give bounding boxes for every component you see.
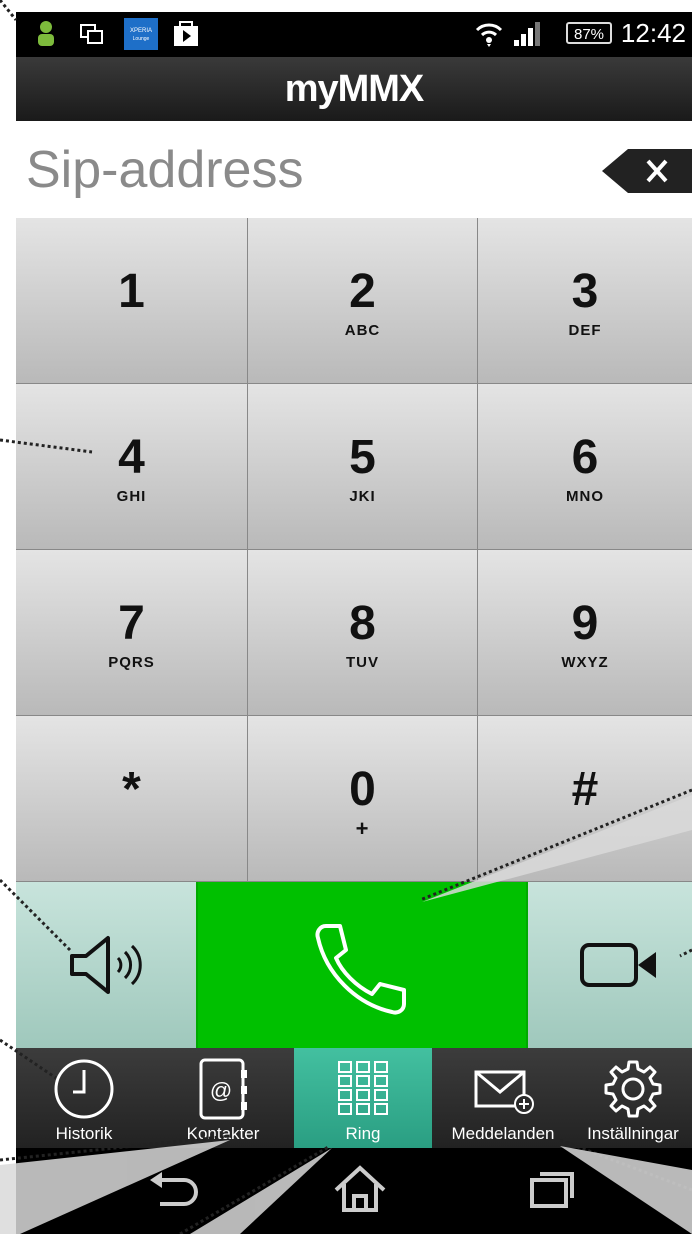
key-3[interactable]: 3 DEF	[478, 218, 692, 384]
phone-icon	[315, 924, 406, 1015]
svg-text:@: @	[210, 1078, 232, 1103]
app-logo: myMMX	[284, 68, 425, 110]
key-5[interactable]: 5 JKI	[248, 384, 478, 550]
clock-icon	[54, 1059, 114, 1119]
wifi-icon	[475, 23, 503, 47]
backspace-icon[interactable]	[602, 149, 692, 193]
key-8[interactable]: 8 TUV	[248, 550, 478, 716]
battery-indicator: 87%	[566, 22, 612, 44]
svg-text:XPERIA: XPERIA	[130, 28, 152, 34]
store-icon	[174, 21, 198, 46]
system-nav-bar	[16, 1148, 692, 1234]
clock-time: 12:42	[620, 18, 686, 48]
xperia-lounge-icon: XPERIA Lounge	[124, 18, 158, 50]
key-9[interactable]: 9 WXYZ	[478, 550, 692, 716]
svg-text:Lounge: Lounge	[133, 36, 150, 42]
recents-icon[interactable]	[528, 1168, 578, 1210]
call-action-row	[16, 882, 692, 1048]
video-call-button[interactable]	[528, 882, 692, 1048]
dialpad-icon	[338, 1061, 388, 1115]
tab-kontakter[interactable]: @ Kontakter	[152, 1048, 294, 1148]
signal-icon	[514, 22, 540, 46]
video-camera-icon	[580, 943, 656, 987]
status-bar: XPERIA Lounge 87% 12:42	[16, 12, 692, 57]
key-7[interactable]: 7 PQRS	[16, 550, 248, 716]
user-icon	[38, 21, 54, 46]
address-book-icon: @	[199, 1058, 247, 1120]
app-header: myMMX	[16, 57, 692, 121]
dial-keypad: 1 2 ABC 3 DEF 4 GHI 5 JKI 6 MNO 7 PQRS 8 TUV 9W…	[16, 218, 692, 882]
annotation-line	[0, 0, 18, 21]
tab-meddelanden[interactable]: Meddelanden	[432, 1048, 574, 1148]
call-button[interactable]	[196, 882, 528, 1048]
tab-ring[interactable]: Ring	[294, 1048, 432, 1148]
key-2[interactable]: 2 ABC	[248, 218, 478, 384]
key-0[interactable]: 0 +	[248, 716, 478, 882]
key-6[interactable]: 6 MNO	[478, 384, 692, 550]
key-1[interactable]: 1	[16, 218, 248, 384]
bottom-tab-bar: Historik @ Kontakter Ring Meddelanden In	[16, 1048, 692, 1148]
tab-historik[interactable]: Historik	[16, 1048, 152, 1148]
envelope-icon	[474, 1070, 534, 1114]
screen-icon	[80, 24, 103, 44]
key-4[interactable]: 4 GHI	[16, 384, 248, 550]
gear-icon	[604, 1060, 662, 1118]
speaker-button[interactable]	[16, 882, 196, 1048]
speaker-icon	[70, 936, 142, 994]
sip-address-bar	[16, 121, 692, 220]
key-hash[interactable]: #	[478, 716, 692, 882]
home-icon[interactable]	[332, 1164, 388, 1214]
back-icon[interactable]	[146, 1170, 200, 1210]
key-star[interactable]: *	[16, 716, 248, 882]
tab-installningar[interactable]: Inställningar	[574, 1048, 692, 1148]
sip-address-input[interactable]	[24, 139, 548, 201]
phone-screen: XPERIA Lounge 87% 12:42 myMMX 1 2ABC 3DEF…	[16, 12, 692, 1234]
